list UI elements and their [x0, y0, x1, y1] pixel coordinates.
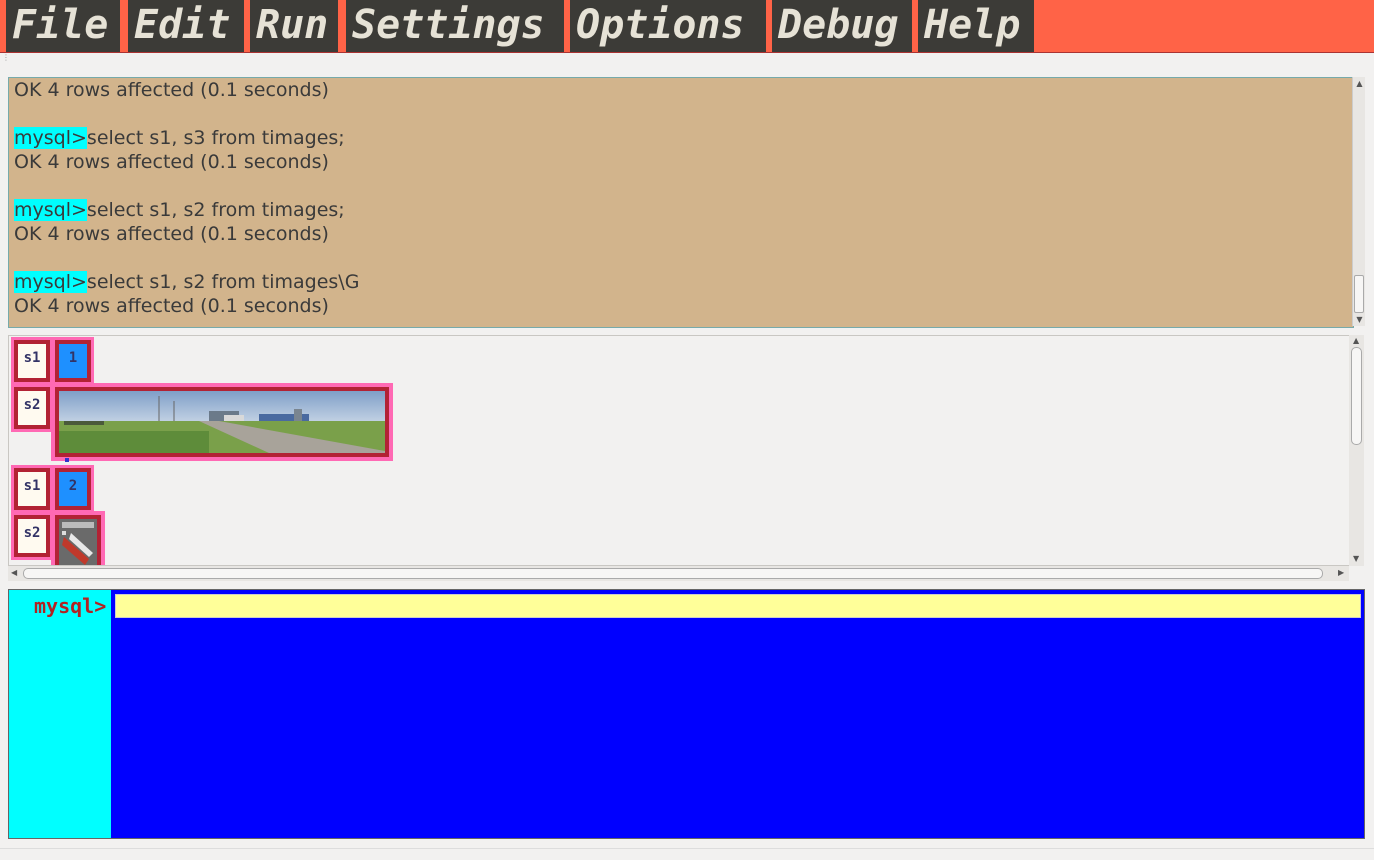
status-bar	[0, 848, 1374, 860]
log-scrollbar[interactable]: ▲ ▼	[1352, 77, 1365, 326]
log-text: select s1, s2 from timages;	[86, 199, 345, 221]
scroll-up-icon[interactable]: ▲	[1353, 336, 1359, 345]
menu-run[interactable]: Run	[250, 0, 338, 52]
menu-settings[interactable]: Settings	[346, 0, 564, 52]
log-line: mysql>select s1, s3 from timages;	[14, 126, 359, 150]
log-line	[14, 246, 359, 270]
results-hscroll-thumb[interactable]	[23, 568, 1323, 579]
column-label: s2	[11, 384, 53, 432]
toolbar-grip[interactable]: ⋮	[2, 54, 10, 66]
log-line: OK 4 rows affected (0.1 seconds)	[14, 150, 359, 174]
scroll-up-icon[interactable]: ▲	[1355, 79, 1364, 88]
log-line: mysql>select s1, s2 from timages;	[14, 198, 359, 222]
result-grid: s1 1 s2 s1 2 s2	[8, 335, 1350, 566]
prompt-label: mysql>	[34, 594, 107, 618]
results-vscroll-thumb[interactable]	[1351, 347, 1362, 445]
resize-handle[interactable]	[65, 458, 69, 462]
cell-value[interactable]: 2	[52, 465, 94, 513]
log-line: mysql>select s1, s2 from timages\G	[14, 270, 359, 294]
log-line	[14, 174, 359, 198]
log-content: mysql>select s1, s3 from timages;OK 4 ro…	[14, 78, 359, 318]
output-log[interactable]: mysql>select s1, s3 from timages;OK 4 ro…	[8, 77, 1354, 328]
menu-help[interactable]: Help	[918, 0, 1034, 52]
scroll-down-icon[interactable]: ▼	[1355, 315, 1364, 324]
log-text: select s1, s3 from timages;	[86, 127, 345, 149]
log-line: OK 4 rows affected (0.1 seconds)	[14, 78, 359, 102]
menu-debug[interactable]: Debug	[772, 0, 912, 52]
log-text: OK 4 rows affected (0.1 seconds)	[14, 295, 329, 317]
command-input-area: mysql>	[8, 589, 1365, 839]
log-text: OK 4 rows affected (0.1 seconds)	[14, 223, 329, 245]
log-prompt: mysql>	[14, 271, 87, 293]
log-prompt: mysql>	[14, 199, 87, 221]
results-horizontal-scrollbar[interactable]: ◀ ▶	[8, 566, 1349, 581]
log-scroll-thumb[interactable]	[1354, 275, 1364, 313]
menu-file[interactable]: File	[6, 0, 120, 52]
scroll-down-icon[interactable]: ▼	[1353, 554, 1359, 563]
panorama-image	[59, 391, 385, 453]
column-label: s1	[11, 465, 53, 513]
log-line	[14, 102, 359, 126]
menu-edit[interactable]: Edit	[128, 0, 244, 52]
log-text: OK 4 rows affected (0.1 seconds)	[14, 79, 329, 101]
cell-value[interactable]: 1	[52, 337, 94, 385]
thumbnail-image	[59, 519, 97, 565]
menu-options[interactable]: Options	[570, 0, 766, 52]
image-cell-panorama[interactable]	[51, 383, 393, 461]
image-cell-thumbnail[interactable]	[51, 511, 105, 565]
scroll-right-icon[interactable]: ▶	[1338, 568, 1344, 577]
results-vertical-scrollbar[interactable]: ▲ ▼	[1349, 335, 1364, 566]
column-label: s2	[11, 512, 53, 560]
prompt-column: mysql>	[9, 590, 111, 838]
column-label: s1	[11, 337, 53, 385]
scroll-left-icon[interactable]: ◀	[11, 568, 17, 577]
log-line: OK 4 rows affected (0.1 seconds)	[14, 294, 359, 318]
menu-bar: File Edit Run Settings Options Debug Hel…	[0, 0, 1374, 53]
log-line: OK 4 rows affected (0.1 seconds)	[14, 222, 359, 246]
log-prompt: mysql>	[14, 127, 87, 149]
log-text: select s1, s2 from timages\G	[86, 271, 360, 293]
log-text: OK 4 rows affected (0.1 seconds)	[14, 151, 329, 173]
command-input[interactable]	[115, 594, 1361, 618]
